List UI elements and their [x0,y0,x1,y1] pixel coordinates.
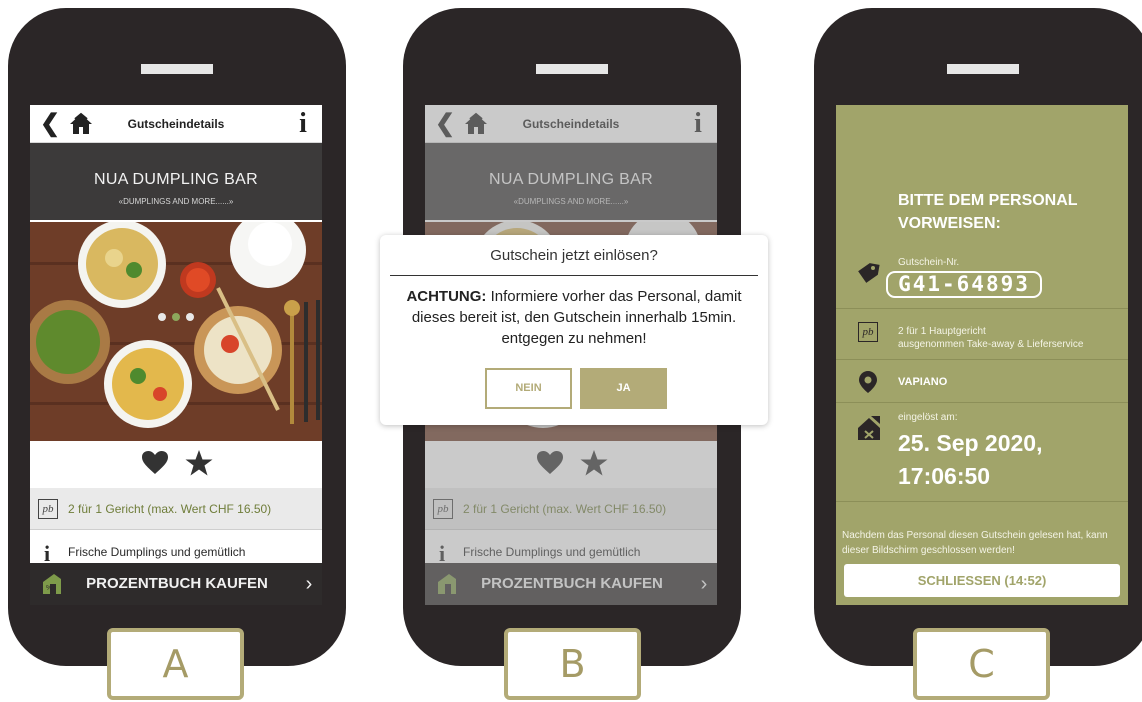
carousel-dot[interactable] [158,313,166,321]
redeemed-label: eingelöst am: [898,412,958,423]
close-button[interactable]: SCHLIESSEN (14:52) [844,564,1120,597]
deal-line-2: ausgenommen Take-away & Lieferservice [898,339,1084,350]
info-icon: i [43,541,51,566]
description-text: Frische Dumplings und gemütlich [68,545,246,559]
panel-label-b: B [504,628,641,700]
phone-speaker [141,64,213,74]
location-pin-icon [859,371,877,393]
phone-speaker [536,64,608,74]
dialog-divider [390,275,758,276]
svg-text:%: % [46,585,52,592]
carousel-dots[interactable] [158,311,194,321]
screen-coupon-details: ❮ Gutscheindetails i NUA DUMPLING BAR «D… [30,105,322,605]
house-percent-icon: % [43,574,61,594]
top-bar: ❮ Gutscheindetails i [30,105,322,143]
phone-a: ❮ Gutscheindetails i NUA DUMPLING BAR «D… [8,8,346,666]
location-row: VAPIANO [836,361,1128,403]
prozentbuch-icon: pb [858,322,878,342]
redeemed-voucher-icon [858,416,880,440]
deal-row: pb 2 für 1 Hauptgericht ausgenommen Take… [836,310,1128,360]
favorite-rating-bar [30,441,322,487]
confirmation-heading: BITTE DEM PERSONAL VORWEISEN: [898,192,1078,232]
venue-header: NUA DUMPLING BAR «DUMPLINGS AND MORE....… [30,143,322,220]
carousel-dot-active[interactable] [172,313,180,321]
food-photo[interactable] [30,222,322,441]
buy-prozentbuch-button[interactable]: % PROZENTBUCH KAUFEN › [30,563,322,605]
voucher-number-label: Gutschein-Nr. [898,257,960,268]
tag-icon [858,263,880,283]
dialog-title: Gutschein jetzt einlösen? [490,247,658,264]
redeemed-datetime: 25. Sep 2020, 17:06:50 [898,427,1118,493]
phone-speaker [947,64,1019,74]
location-name: VAPIANO [898,376,948,388]
back-chevron-icon[interactable]: ❮ [40,111,60,137]
phone-c: BITTE DEM PERSONAL VORWEISEN: Gutschein-… [814,8,1142,666]
screen-redemption-confirmation: BITTE DEM PERSONAL VORWEISEN: Gutschein-… [836,105,1128,605]
venue-subtitle: «DUMPLINGS AND MORE......» [118,197,234,206]
yes-button[interactable]: JA [580,368,667,409]
redeemed-time: 17:06:50 [898,463,991,489]
redeem-confirm-dialog: Gutschein jetzt einlösen? ACHTUNG: Infor… [380,235,768,425]
offer-row[interactable]: pb 2 für 1 Gericht (max. Wert CHF 16.50) [30,488,322,530]
home-icon[interactable] [68,111,94,137]
voucher-code: G41-64893 [886,271,1042,298]
carousel-dot[interactable] [186,313,194,321]
info-icon[interactable]: i [296,109,310,139]
warning-prefix: ACHTUNG: [406,288,487,305]
heart-icon[interactable] [142,451,168,475]
close-note: Nachdem das Personal diesen Gutschein ge… [842,530,1108,556]
no-button[interactable]: NEIN [485,368,572,409]
dialog-message: ACHTUNG: Informiere vorher das Personal,… [392,286,756,349]
deal-line-1: 2 für 1 Hauptgericht [898,326,986,337]
page-title: Gutscheindetails [127,117,225,131]
panel-label-c: C [913,628,1050,700]
venue-name: NUA DUMPLING BAR [94,171,258,188]
panel-label-a: A [107,628,244,700]
offer-text: 2 für 1 Gericht (max. Wert CHF 16.50) [68,502,272,516]
prozentbuch-icon: pb [38,499,58,519]
buy-label: PROZENTBUCH KAUFEN [86,575,268,592]
redeemed-date: 25. Sep 2020, [898,430,1043,456]
chevron-right-icon: › [305,573,313,595]
star-icon[interactable] [185,449,213,477]
